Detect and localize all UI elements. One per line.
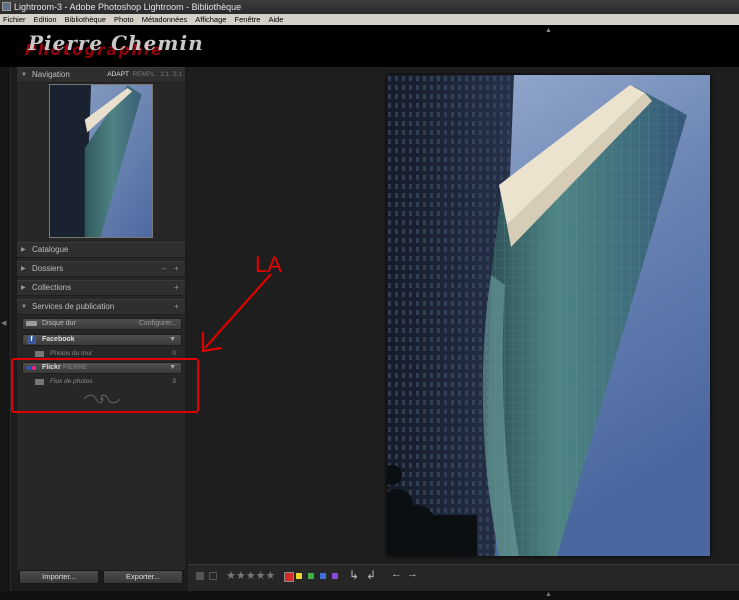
catalog-label: Catalogue (32, 245, 69, 254)
filmstrip-toggle-icon[interactable]: ▲ (545, 591, 552, 598)
configure-link[interactable]: Configurer... (139, 319, 177, 329)
navigator-label: Navigation (32, 70, 70, 79)
zoom-adapt[interactable]: ADAPT (107, 71, 129, 78)
collapse-left-icon[interactable]: ◀ (1, 319, 6, 327)
remove-folder-icon[interactable]: – (162, 262, 166, 276)
collapsed-triangle-icon: ▶ (21, 266, 26, 272)
add-folder-icon[interactable]: + (174, 262, 179, 276)
menu-metadonnees[interactable]: Métadonnées (142, 15, 187, 24)
add-collection-icon[interactable]: + (174, 281, 179, 295)
menu-photo[interactable]: Photo (114, 15, 134, 24)
export-button[interactable]: Exporter... (103, 570, 183, 584)
folders-label: Dossiers (32, 264, 64, 273)
color-label-purple[interactable] (332, 573, 338, 579)
menu-bibliotheque[interactable]: Bibliothèque (65, 15, 106, 24)
facebook-label: Facebook (42, 336, 75, 343)
color-label-green[interactable] (308, 573, 314, 579)
loupe-photo[interactable] (387, 75, 710, 556)
add-publish-service-icon[interactable]: + (174, 300, 179, 314)
color-label-red[interactable] (284, 572, 294, 582)
collections-header[interactable]: ▶ Collections + (17, 280, 185, 296)
flag-reject-icon[interactable] (209, 572, 217, 580)
rotate-right-icon[interactable]: ↲ (366, 568, 376, 582)
menu-fenetre[interactable]: Fenêtre (235, 15, 261, 24)
expanded-triangle-icon: ▼ (21, 304, 27, 310)
rotate-left-icon[interactable]: ↳ (349, 568, 359, 582)
app-icon (2, 2, 11, 11)
expanded-triangle-icon: ▼ (21, 72, 27, 78)
collection-icon (35, 351, 44, 357)
annotation-arrow-icon (201, 273, 272, 353)
menu-bar: Fichier Edition Bibliothèque Photo Métad… (0, 14, 739, 25)
publish-facebook[interactable]: f Facebook ▼ (22, 334, 182, 346)
hard-drive-icon (26, 321, 37, 326)
facebook-icon: f (27, 336, 36, 344)
next-photo-icon[interactable]: → (407, 568, 418, 580)
star-rating[interactable]: ★★★★★ (226, 569, 275, 582)
zoom-1-1[interactable]: 1:1 (160, 71, 169, 78)
collections-label: Collections (32, 283, 72, 292)
menu-fichier[interactable]: Fichier (3, 15, 26, 24)
navigator-preview-image (50, 85, 152, 237)
zoom-rempl[interactable]: REMPL. (132, 71, 156, 78)
menu-edition[interactable]: Edition (34, 15, 57, 24)
annotation-highlight-box (11, 358, 199, 413)
navigator-header[interactable]: ▼ Navigation ADAPT REMPL. 1:1 2:1 (17, 67, 185, 83)
title-bar: Lightroom-3 - Adobe Photoshop Lightroom … (0, 0, 739, 14)
publish-hard-drive[interactable]: Disque dur Configurer... (22, 318, 182, 330)
previous-photo-icon[interactable]: ← (391, 568, 402, 580)
menu-affichage[interactable]: Affichage (195, 15, 226, 24)
zoom-options: ADAPT REMPL. 1:1 2:1 (107, 68, 182, 82)
left-panel-edge[interactable]: ◀ (0, 67, 11, 600)
publish-services-header[interactable]: ▼ Services de publication + (17, 299, 185, 315)
facebook-menu-triangle-icon[interactable]: ▼ (169, 335, 176, 345)
flag-pick-icon[interactable] (196, 572, 204, 580)
logo-text: Pierre Chemin (28, 31, 204, 55)
bottom-toolbar: ★★★★★ ↳ ↲ ← → (188, 564, 739, 592)
color-label-yellow[interactable] (296, 573, 302, 579)
left-panel: ▼ Navigation ADAPT REMPL. 1:1 2:1 ▶ Cata… (17, 67, 185, 570)
import-button[interactable]: Importer... (19, 570, 99, 584)
publish-services-label: Services de publication (32, 302, 115, 311)
hard-drive-label: Disque dur (42, 320, 76, 327)
folders-header[interactable]: ▶ Dossiers – + (17, 261, 185, 277)
collapsed-triangle-icon: ▶ (21, 247, 26, 253)
catalog-header[interactable]: ▶ Catalogue (17, 242, 185, 258)
top-panel-toggle-icon[interactable]: ▲ (545, 27, 552, 34)
color-label-blue[interactable] (320, 573, 326, 579)
navigator-preview[interactable] (49, 84, 153, 238)
menu-aide[interactable]: Aide (268, 15, 283, 24)
collapsed-triangle-icon: ▶ (21, 285, 26, 291)
building-photo-image (387, 75, 710, 556)
filmstrip-edge: ▲ (0, 591, 739, 600)
window-title: Lightroom-3 - Adobe Photoshop Lightroom … (14, 2, 242, 12)
zoom-2-1[interactable]: 2:1 (173, 71, 182, 78)
